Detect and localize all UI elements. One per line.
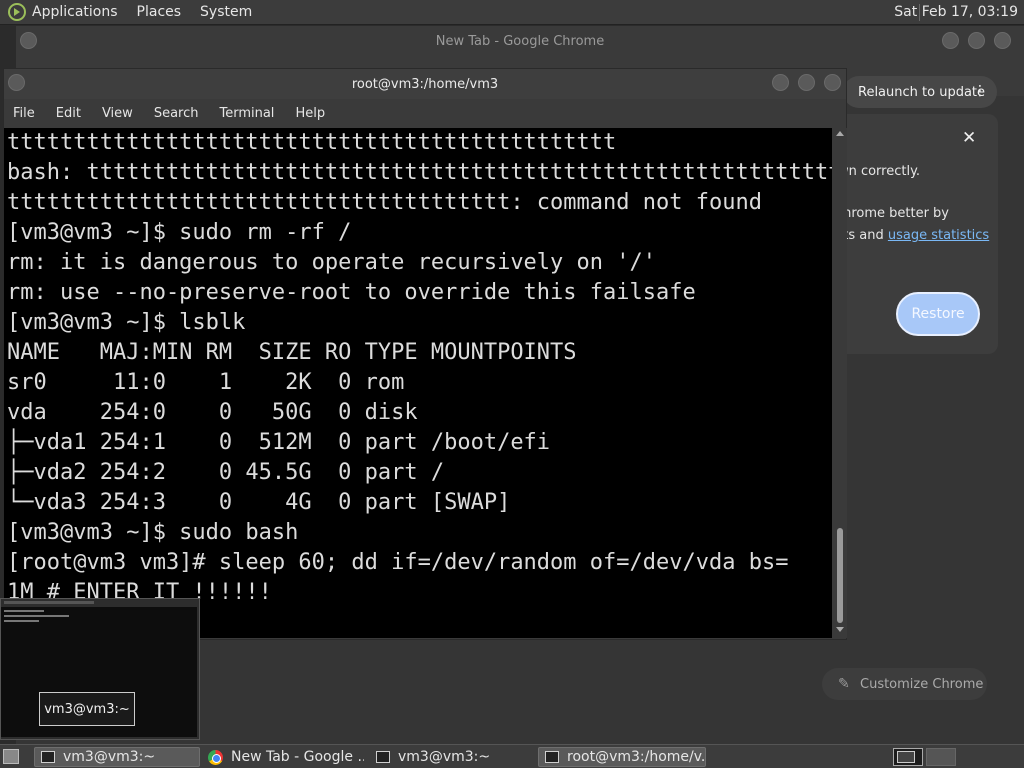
terminal-close-button[interactable] <box>824 74 841 91</box>
terminal-icon <box>376 751 390 763</box>
menu-terminal[interactable]: Terminal <box>219 106 274 121</box>
pencil-icon: ✎ <box>838 676 850 692</box>
taskbar-item-vm3-terminal-2[interactable]: vm3@vm3:~ <box>370 747 532 767</box>
terminal-maximize-button[interactable] <box>798 74 815 91</box>
system-menu[interactable]: System <box>200 4 252 20</box>
clock[interactable]: Sat Feb 17, 03:19 <box>894 4 1018 20</box>
workspace-1[interactable] <box>893 748 923 766</box>
terminal-scrollbar[interactable] <box>833 128 847 638</box>
terminal-line: vda 254:0 0 50G 0 disk <box>7 400 418 425</box>
workspace-2[interactable] <box>926 748 956 766</box>
terminal-line: [root@vm3 vm3]# sleep 60; dd if=/dev/ran… <box>7 550 789 575</box>
taskbar-item-root-terminal[interactable]: root@vm3:/home/v... <box>538 747 706 767</box>
bottom-panel: vm3@vm3:~ New Tab - Google ... vm3@vm3:~… <box>0 744 1024 768</box>
terminal-menubar: File Edit View Search Terminal Help <box>4 99 846 127</box>
preview-text-line <box>4 620 39 622</box>
terminal-line: rm: it is dangerous to operate recursive… <box>7 250 657 275</box>
chrome-icon <box>208 749 223 765</box>
show-desktop-icon[interactable] <box>3 749 19 764</box>
terminal-line: rm: use --no-preserve-root to override t… <box>7 280 696 305</box>
places-menu[interactable]: Places <box>137 4 182 20</box>
terminal-menu-button[interactable] <box>8 74 25 91</box>
preview-menubar <box>4 601 94 604</box>
terminal-icon <box>41 751 55 763</box>
terminal-line: └─vda3 254:3 0 4G 0 part [SWAP] <box>7 490 511 515</box>
relaunch-to-update-button[interactable]: Relaunch to update ⋮ <box>843 76 997 108</box>
scroll-up-icon[interactable] <box>836 131 844 136</box>
terminal-titlebar[interactable]: root@vm3:/home/vm3 <box>4 69 846 99</box>
menu-view[interactable]: View <box>102 106 133 121</box>
preview-text-line <box>4 610 44 612</box>
terminal-line: NAME MAJ:MIN RM SIZE RO TYPE MOUNTPOINTS <box>7 340 577 365</box>
terminal-screen[interactable]: tttttttttttttttttttttttttttttttttttttttt… <box>4 128 832 638</box>
close-icon[interactable]: ✕ <box>962 128 976 148</box>
terminal-line: bash: tttttttttttttttttttttttttttttttttt… <box>7 160 832 185</box>
terminal-line: tttttttttttttttttttttttttttttttttttttttt… <box>7 130 617 155</box>
taskbar-item-label: vm3@vm3:~ <box>398 749 491 765</box>
preview-text-line <box>4 615 69 617</box>
customize-chrome-label: Customize Chrome <box>860 676 984 692</box>
terminal-line: ├─vda2 254:2 0 45.5G 0 part / <box>7 460 445 485</box>
terminal-line: [vm3@vm3 ~]$ sudo bash <box>7 520 299 545</box>
scroll-down-icon[interactable] <box>836 627 844 632</box>
applications-menu[interactable]: Applications <box>32 4 118 20</box>
scrollbar-thumb[interactable] <box>837 528 843 623</box>
taskbar-item-label: New Tab - Google ... <box>231 749 364 765</box>
taskbar-item-vm3-terminal[interactable]: vm3@vm3:~ <box>34 747 200 767</box>
taskbar-item-label: vm3@vm3:~ <box>63 749 156 765</box>
workspace-window-icon <box>897 751 915 763</box>
top-panel: Applications Places System Sat Feb 17, 0… <box>0 0 1024 25</box>
menu-search[interactable]: Search <box>154 106 199 121</box>
terminal-line: ├─vda1 254:1 0 512M 0 part /boot/efi <box>7 430 551 455</box>
customize-chrome-button[interactable]: ✎ Customize Chrome <box>822 668 987 700</box>
popup-consent-text: Chrome better by <box>834 206 949 221</box>
chrome-menu-button[interactable] <box>20 32 37 49</box>
menu-edit[interactable]: Edit <box>56 106 81 121</box>
terminal-window: root@vm3:/home/vm3 File Edit View Search… <box>3 68 847 640</box>
restore-button[interactable]: Restore <box>896 292 980 336</box>
restore-pages-popup: ✕ own correctly. Chrome better by orts a… <box>830 114 998 354</box>
terminal-minimize-button[interactable] <box>772 74 789 91</box>
terminal-line: sr0 11:0 1 2K 0 rom <box>7 370 405 395</box>
menu-file[interactable]: File <box>13 106 35 121</box>
usage-statistics-link[interactable]: usage statistics <box>888 228 989 243</box>
chrome-minimize-button[interactable] <box>942 32 959 49</box>
more-options-icon[interactable]: ⋮ <box>973 83 987 99</box>
preview-label: vm3@vm3:~ <box>39 692 135 726</box>
terminal-icon <box>545 751 559 763</box>
chrome-maximize-button[interactable] <box>968 32 985 49</box>
terminal-window-title: root@vm3:/home/vm3 <box>351 76 499 92</box>
window-preview[interactable]: vm3@vm3:~ <box>0 598 200 740</box>
menu-help[interactable]: Help <box>295 106 325 121</box>
chrome-close-button[interactable] <box>994 32 1011 49</box>
terminal-line: [vm3@vm3 ~]$ sudo rm -rf / <box>7 220 352 245</box>
chrome-titlebar[interactable]: New Tab - Google Chrome <box>16 26 1024 56</box>
terminal-line: tttttttttttttttttttttttttttttttttttttt: … <box>7 190 762 215</box>
distro-logo-icon[interactable] <box>8 3 26 21</box>
taskbar-item-label: root@vm3:/home/v... <box>567 749 706 765</box>
taskbar-item-chrome[interactable]: New Tab - Google ... <box>202 747 364 767</box>
chrome-window-title: New Tab - Google Chrome <box>435 33 605 49</box>
relaunch-label: Relaunch to update <box>858 84 986 100</box>
terminal-line: [vm3@vm3 ~]$ lsblk <box>7 310 246 335</box>
popup-consent-text-2: orts and usage statistics <box>830 228 989 243</box>
